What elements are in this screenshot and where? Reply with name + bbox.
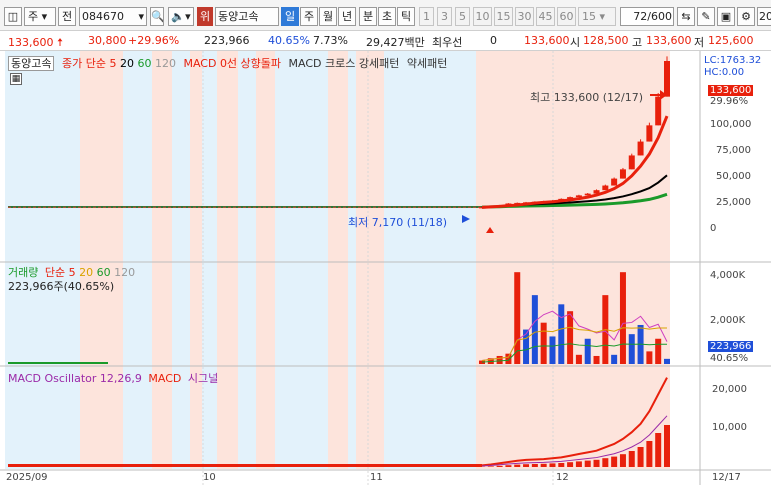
num-15[interactable]: 15 <box>494 7 513 26</box>
high-price: 133,600 <box>646 34 692 47</box>
up-arrow-icon: 🠅 <box>57 36 64 49</box>
best-value: 0 <box>490 34 497 47</box>
vtick-2000k: 2,000K <box>710 315 746 326</box>
otick-20000: 20,000 <box>712 384 747 395</box>
zoom-value[interactable]: 20 <box>757 7 771 26</box>
save-icon[interactable]: ▣ <box>717 7 735 26</box>
legend-macd-osc[interactable]: MACD Oscillator 12,26,9 <box>8 372 142 385</box>
num-5[interactable]: 5 <box>455 7 470 26</box>
price-pane[interactable]: 동양고속 종가 단순 5 20 60 120 MACD 0선 상향돌파 MACD… <box>0 51 700 262</box>
trade-amount: 29,427백만 <box>366 36 425 49</box>
num-30[interactable]: 30 <box>515 7 534 26</box>
legend-ma120[interactable]: 120 <box>155 57 176 70</box>
best-label: 최우선 <box>432 36 463 49</box>
osc-legend: MACD Oscillator 12,26,9 MACD 시그널 <box>8 370 218 386</box>
xlabel-12: 12 <box>556 472 569 483</box>
num-45[interactable]: 45 <box>536 7 555 26</box>
legend-macd-zero[interactable]: MACD 0선 상향돌파 <box>183 57 281 70</box>
change-pct: +29.96% <box>128 34 180 47</box>
draw-icon[interactable]: ✎ <box>697 7 715 26</box>
quote-bar: 133,600 🠅 30,800 +29.96% 223,966 40.65% … <box>0 31 771 51</box>
xlabel-11: 11 <box>370 472 383 483</box>
search-icon[interactable]: 🔍 <box>150 7 164 26</box>
period-month[interactable]: 월 <box>319 7 337 26</box>
jeon-button[interactable]: 전 <box>58 7 76 26</box>
volume-pane[interactable]: 거래량 단순 5 20 60 120 223,966주(40.65%) <box>0 262 700 366</box>
compare-icon[interactable]: ⇆ <box>677 7 695 26</box>
period-day[interactable]: 일 <box>281 7 299 26</box>
period-minute[interactable]: 분 <box>359 7 377 26</box>
legend-macd[interactable]: MACD <box>148 372 181 385</box>
code-input[interactable]: 084670 ▾ <box>79 7 147 26</box>
change-value: 30,800 <box>88 34 127 47</box>
volume-value: 223,966 <box>204 34 250 47</box>
price-tag: 133,600 <box>708 85 754 96</box>
period-year[interactable]: 년 <box>338 7 356 26</box>
toolbar: ◫ 주 ▾ 전 084670 ▾ 🔍 🔈▾ 위 동양고속 일 주 월 년 분 초 … <box>0 0 771 31</box>
legend-signal[interactable]: 시그널 <box>188 372 218 385</box>
legend-ma20[interactable]: 20 <box>120 57 134 70</box>
period-second[interactable]: 초 <box>378 7 396 26</box>
oscillator-pane[interactable]: MACD Oscillator 12,26,9 MACD 시그널 <box>0 366 700 470</box>
num-10[interactable]: 10 <box>473 7 492 26</box>
low-price: 125,600 <box>708 34 754 47</box>
xlabel-2025-09: 2025/09 <box>6 472 48 483</box>
legend-stock[interactable]: 동양고속 <box>8 56 55 71</box>
volume-ratio: 40.65% <box>268 34 310 47</box>
low-label: 저 <box>694 36 705 49</box>
volume-current: 223,966주(40.65%) <box>8 280 115 293</box>
high-label: 고 <box>632 36 643 49</box>
ptick-25000: 25,000 <box>716 197 751 208</box>
low-annotation: 최저 7,170 (11/18) <box>348 216 448 229</box>
pct-tag: 29.96% <box>710 96 749 107</box>
stock-name: 동양고속 <box>215 7 279 26</box>
table-icon[interactable]: ▦ <box>10 73 22 85</box>
volume-pct-tag: 40.65% <box>710 353 749 364</box>
count-input[interactable]: 72/600 <box>620 7 674 26</box>
speaker-icon[interactable]: 🔈▾ <box>168 7 194 26</box>
period-tick[interactable]: 틱 <box>397 7 415 26</box>
volume-tag: 223,966 <box>708 341 754 352</box>
warning-badge: 위 <box>197 7 213 26</box>
period-week[interactable]: 주 <box>300 7 318 26</box>
xlabel-10: 10 <box>203 472 216 483</box>
interval-select[interactable]: 15 ▾ <box>578 7 616 26</box>
price-legend: 동양고속 종가 단순 5 20 60 120 MACD 0선 상향돌파 MACD… <box>8 55 447 71</box>
legend-weak[interactable]: 약세패턴 <box>407 57 447 70</box>
otick-10000: 10,000 <box>712 422 747 433</box>
legend-vol-ma120[interactable]: 120 <box>114 266 135 279</box>
gear-icon[interactable]: ⚙ <box>737 7 755 26</box>
ptick-75000: 75,000 <box>716 145 751 156</box>
market-dropdown[interactable]: 주 ▾ <box>24 7 56 26</box>
legend-ma60[interactable]: 60 <box>137 57 151 70</box>
num-1[interactable]: 1 <box>419 7 434 26</box>
ptick-0: 0 <box>710 223 717 234</box>
open-price: 128,500 <box>583 34 629 47</box>
ask-price: 133,600 <box>524 34 570 47</box>
open-label: 시 <box>570 36 581 49</box>
high-annotation: 최고 133,600 (12/17) <box>530 91 644 104</box>
legend-macd-cross[interactable]: MACD 크로스 강세패턴 <box>289 57 400 70</box>
legend-ma5[interactable]: 종가 단순 5 <box>62 57 116 70</box>
xlabel-12-17: 12/17 <box>712 472 741 483</box>
vtick-4000k: 4,000K <box>710 270 746 281</box>
turnover: 7.73% <box>313 34 348 47</box>
hc-value: HC:0.00 <box>704 67 745 78</box>
ptick-100000: 100,000 <box>710 119 752 130</box>
num-3[interactable]: 3 <box>437 7 452 26</box>
chart-icon[interactable]: ◫ <box>4 7 22 26</box>
ptick-50000: 50,000 <box>716 171 751 182</box>
axis-background <box>700 51 771 485</box>
num-60[interactable]: 60 <box>557 7 576 26</box>
lc-value: LC:1763.32 <box>704 55 762 66</box>
